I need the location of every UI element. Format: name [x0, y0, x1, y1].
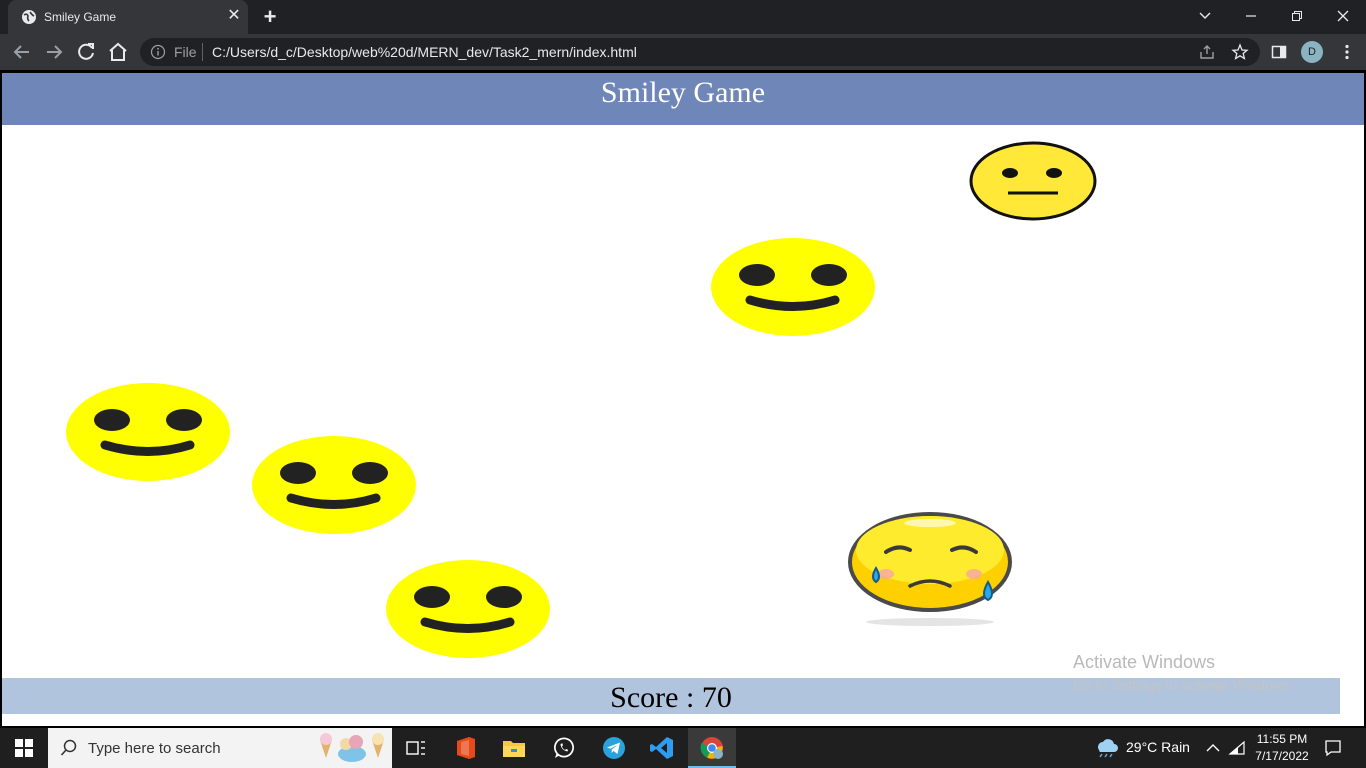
minimize-icon[interactable]	[1228, 0, 1274, 32]
back-arrow-icon[interactable]	[10, 40, 34, 64]
game-page: Smiley Game Score: 70 Activate Windows …	[2, 73, 1364, 726]
wifi-icon[interactable]	[1228, 740, 1246, 756]
url-separator	[202, 43, 203, 61]
tab-strip: Smiley Game ✕ +	[0, 0, 1366, 34]
happy-smiley[interactable]	[251, 435, 417, 535]
clock-date: 7/17/2022	[1255, 749, 1309, 763]
crying-smiley[interactable]	[846, 510, 1016, 630]
task-view-icon	[406, 741, 425, 755]
taskbar-file-explorer[interactable]	[490, 728, 538, 768]
page-title: Smiley Game	[600, 76, 766, 109]
activation-watermark-title: Activate Windows	[1073, 652, 1216, 672]
taskbar-clock[interactable]: 11:55 PM 7/17/2022	[1250, 731, 1314, 765]
ice-cream-illustration-icon	[320, 733, 384, 762]
clock-time: 11:55 PM	[1256, 732, 1308, 746]
task-view-button[interactable]	[392, 728, 440, 768]
happy-smiley[interactable]	[385, 559, 551, 659]
star-icon[interactable]	[1231, 43, 1249, 61]
url-text[interactable]: C:/Users/d_c/Desktop/web%20d/MERN_dev/Ta…	[212, 44, 637, 60]
tab-close-icon[interactable]: ✕	[224, 6, 244, 26]
taskbar-whatsapp[interactable]	[540, 728, 588, 768]
rain-weather-icon[interactable]	[1094, 738, 1120, 758]
happy-smiley[interactable]	[65, 382, 231, 482]
home-icon[interactable]	[106, 40, 130, 64]
neutral-smiley[interactable]	[968, 140, 1098, 222]
restore-icon[interactable]	[1274, 0, 1320, 32]
tab-title: Smiley Game	[44, 10, 117, 24]
notification-icon[interactable]	[1324, 739, 1342, 757]
game-header: Smiley Game	[2, 73, 1364, 125]
taskbar-chrome[interactable]	[688, 728, 736, 768]
side-panel-icon[interactable]	[1270, 43, 1288, 61]
search-placeholder: Type here to search	[88, 740, 221, 757]
new-tab-button[interactable]: +	[258, 5, 282, 29]
whatsapp-icon	[554, 737, 574, 758]
happy-smiley[interactable]	[710, 237, 876, 337]
globe-icon	[22, 10, 36, 24]
telegram-icon	[603, 737, 625, 759]
folder-icon	[503, 741, 525, 757]
browser-tab[interactable]: Smiley Game ✕	[8, 0, 248, 34]
taskbar-search-box[interactable]: Type here to search	[48, 728, 392, 768]
close-window-icon[interactable]	[1320, 0, 1366, 32]
windows-logo-icon	[15, 739, 33, 757]
browser-viewport: Smiley Game Score: 70 Activate Windows …	[0, 70, 1366, 728]
tab-search-icon[interactable]	[1182, 0, 1228, 32]
forward-arrow-icon[interactable]	[42, 40, 66, 64]
reload-icon[interactable]	[74, 40, 98, 64]
office-icon	[457, 737, 475, 759]
info-icon[interactable]	[150, 44, 166, 60]
chevron-up-icon[interactable]	[1206, 743, 1220, 753]
taskbar: Type here to search 29°C Rain 11:55 PM 7…	[0, 728, 1366, 768]
taskbar-office[interactable]	[442, 728, 490, 768]
share-icon[interactable]	[1198, 43, 1216, 61]
profile-avatar[interactable]: D	[1301, 41, 1323, 63]
search-icon	[60, 739, 77, 756]
chrome-icon	[700, 737, 723, 759]
taskbar-vscode[interactable]	[638, 728, 686, 768]
start-button[interactable]	[0, 728, 48, 768]
taskbar-telegram[interactable]	[590, 728, 638, 768]
url-scheme-label: File	[174, 44, 197, 60]
weather-text[interactable]: 29°C Rain	[1126, 739, 1190, 755]
vscode-icon	[650, 737, 673, 759]
menu-kebab-icon[interactable]	[1338, 43, 1356, 61]
activation-watermark-subtitle: Go to Settings to activate Windows.	[1073, 677, 1294, 693]
